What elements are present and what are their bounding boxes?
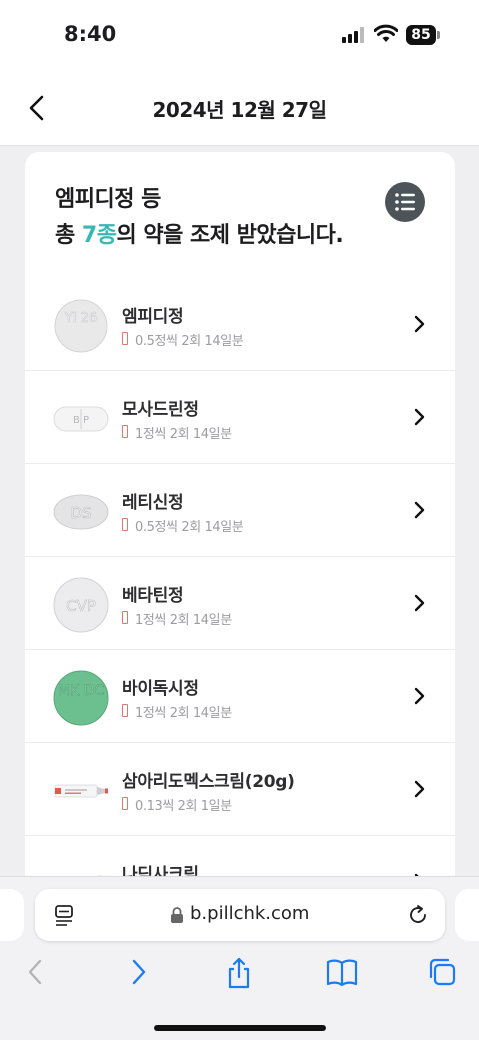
chevron-right-icon: [414, 501, 425, 519]
medication-name: 엠피디정: [122, 307, 184, 327]
pill-image: YI 26: [54, 299, 108, 353]
pill-imprint: CVP: [66, 597, 96, 615]
reader-mode-icon[interactable]: [55, 905, 75, 927]
medication-list: YI 26 엠피디정 0.5정씩 2회 14일분 B P 모사드린정 1정씩 2…: [25, 278, 455, 892]
wifi-icon: [374, 24, 398, 42]
dose-marker-icon: [122, 425, 128, 438]
next-tab-preview[interactable]: [455, 889, 479, 941]
summary-prefix: 총: [55, 223, 82, 248]
page-header: 2024년 12월 27일: [0, 70, 479, 146]
medication-name: 삼아리도멕스크림(20g): [122, 772, 295, 792]
prescription-summary: 엠피디정 등 총 7종의 약을 조제 받았습니다.: [55, 182, 344, 254]
summary-line-1: 엠피디정 등: [55, 187, 161, 212]
dose-marker-icon: [122, 518, 128, 531]
share-icon[interactable]: [226, 957, 252, 989]
dose-marker-icon: [122, 611, 128, 624]
battery-level: 85: [406, 25, 436, 45]
summary-suffix: 의 약을 조제 받았습니다.: [116, 223, 344, 248]
pill-imprint: YI 26: [64, 311, 97, 326]
address-bar[interactable]: b.pillchk.com: [35, 889, 445, 941]
medication-dose: 0.13씩 2회 1일분: [135, 799, 232, 814]
chevron-right-icon: [414, 780, 425, 798]
lock-icon: [171, 907, 183, 923]
list-icon: [395, 193, 415, 211]
pill-imprint: MK DC: [58, 683, 104, 699]
status-time: 8:40: [64, 22, 117, 46]
book-icon[interactable]: [326, 957, 358, 987]
dose-marker-icon: [122, 332, 128, 345]
battery-cap: [437, 31, 440, 39]
pill-image: MK DC: [53, 670, 109, 726]
pill-imprint: DS: [70, 504, 91, 522]
dose-marker-icon: [122, 797, 128, 810]
medication-count: 7종: [81, 223, 117, 248]
home-indicator: [154, 1025, 326, 1031]
medication-dose: 0.5정씩 2회 14일분: [135, 520, 244, 535]
medication-row[interactable]: YI 26 엠피디정 0.5정씩 2회 14일분: [25, 278, 455, 371]
dose-marker-icon: [122, 704, 128, 717]
medication-row[interactable]: 삼아리도멕스크림(20g) 0.13씩 2회 1일분: [25, 743, 455, 836]
chevron-right-icon: [414, 408, 425, 426]
medication-dose: 0.5정씩 2회 14일분: [135, 334, 244, 349]
arrow-right-icon[interactable]: [130, 957, 148, 987]
medication-dose: 1정씩 2회 14일분: [135, 427, 232, 442]
url-text: b.pillchk.com: [190, 903, 310, 924]
reload-icon[interactable]: [407, 904, 429, 926]
summary-line-2: 총 7종의 약을 조제 받았습니다.: [55, 218, 344, 254]
medication-dose: 1정씩 2회 14일분: [135, 706, 232, 721]
chevron-right-icon: [414, 594, 425, 612]
cream-tube-image: [54, 784, 108, 798]
chevron-right-icon: [414, 687, 425, 705]
page-title: 2024년 12월 27일: [152, 98, 327, 122]
status-bar: 8:40 85: [0, 0, 479, 70]
arrow-left-icon[interactable]: [26, 957, 44, 987]
pill-image: B P: [53, 406, 109, 432]
previous-tab-preview[interactable]: [0, 889, 24, 941]
prescription-card: 엠피디정 등 총 7종의 약을 조제 받았습니다. YI 26 엠피디정 0.5…: [25, 152, 455, 892]
medication-dose: 1정씩 2회 14일분: [135, 613, 232, 628]
medication-name: 레티신정: [122, 493, 184, 513]
tabs-icon[interactable]: [427, 957, 457, 987]
medication-name: 베타틴정: [122, 586, 184, 606]
medication-name: 바이독시정: [122, 679, 199, 699]
pill-image: CVP: [53, 577, 109, 633]
cellular-signal-icon: [342, 27, 364, 43]
pill-imprint: B P: [73, 415, 89, 426]
medication-row[interactable]: B P 모사드린정 1정씩 2회 14일분: [25, 371, 455, 464]
chevron-right-icon: [414, 315, 425, 333]
medication-row[interactable]: MK DC 바이독시정 1정씩 2회 14일분: [25, 650, 455, 743]
medication-row[interactable]: CVP 베타틴정 1정씩 2회 14일분: [25, 557, 455, 650]
pill-image: DS: [53, 494, 109, 530]
medication-name: 모사드린정: [122, 400, 199, 420]
list-view-button[interactable]: [385, 182, 425, 222]
medication-row[interactable]: DS 레티신정 0.5정씩 2회 14일분: [25, 464, 455, 557]
browser-toolbar: b.pillchk.com: [0, 876, 479, 1040]
